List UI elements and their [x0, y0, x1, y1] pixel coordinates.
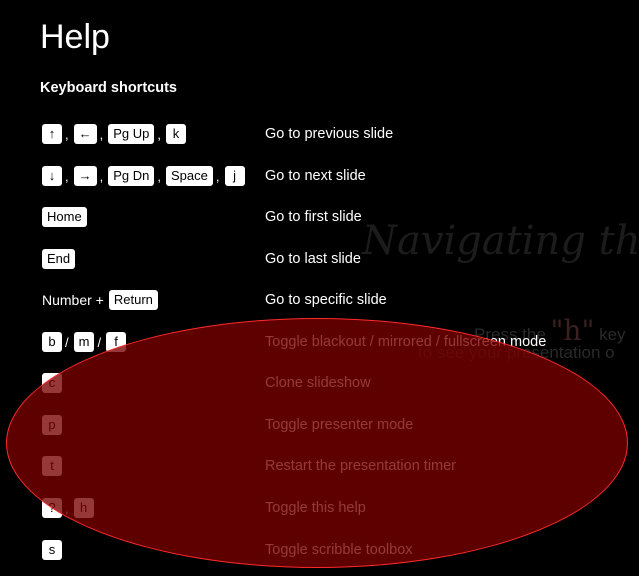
key-separator: ,	[65, 126, 69, 142]
shortcut-row: c Clone slideshow	[0, 368, 639, 398]
shortcut-description: Toggle this help	[265, 500, 366, 516]
shortcut-description: Toggle presenter mode	[265, 417, 414, 433]
shortcut-keys: p	[42, 410, 62, 440]
key-cap: →	[73, 166, 97, 186]
key-separator: /	[97, 334, 102, 350]
key-cap: m	[73, 332, 95, 352]
shortcut-keys: ↑, ←, Pg Up, k	[42, 119, 187, 149]
key-cap: Home	[42, 207, 87, 227]
shortcut-description: Go to last slide	[265, 251, 361, 267]
shortcut-row: ↓, →, Pg Dn, Space, j Go to next slide	[0, 161, 639, 191]
key-cap: f	[106, 332, 127, 352]
shortcut-keys: b / m / f	[42, 327, 127, 357]
key-separator: ,	[157, 126, 162, 142]
shortcut-row: Number + Return Go to specific slide	[0, 285, 639, 315]
shortcut-description: Go to next slide	[265, 168, 366, 184]
key-separator: /	[65, 334, 69, 350]
key-cap: j	[224, 166, 245, 186]
key-separator: ,	[157, 168, 162, 184]
key-cap: h	[73, 498, 94, 518]
shortcut-row: s Toggle scribble toolbox	[0, 535, 639, 565]
key-cap: b	[42, 332, 62, 352]
shortcut-keys: Home	[42, 202, 87, 232]
key-cap: s	[42, 540, 62, 560]
key-cap: Pg Dn	[108, 166, 155, 186]
key-separator: ,	[215, 168, 220, 184]
key-cap: Return	[108, 290, 158, 310]
key-cap: ?	[42, 498, 62, 518]
key-prefix-label: Number +	[42, 292, 104, 308]
shortcut-row: p Toggle presenter mode	[0, 410, 639, 440]
shortcut-keys: c	[42, 368, 62, 398]
shortcut-description: Go to previous slide	[265, 126, 394, 142]
shortcut-description: Go to specific slide	[265, 292, 387, 308]
key-separator: ,	[65, 168, 69, 184]
key-cap: ↓	[42, 166, 62, 186]
shortcut-keys: End	[42, 244, 76, 274]
key-cap: k	[166, 124, 187, 144]
shortcut-keys: ?, h	[42, 493, 94, 523]
shortcut-row: End Go to last slide	[0, 244, 639, 274]
shortcut-row: ↑, ←, Pg Up, k Go to previous slide	[0, 119, 639, 149]
shortcut-description: Toggle scribble toolbox	[265, 542, 413, 558]
shortcut-keys: ↓, →, Pg Dn, Space, j	[42, 161, 245, 191]
shortcut-row: t Restart the presentation timer	[0, 451, 639, 481]
shortcut-description: Restart the presentation timer	[265, 458, 457, 474]
shortcut-row: ?, h Toggle this help	[0, 493, 639, 523]
shortcut-row: b / m / f Toggle blackout / mirrored / fullsc…	[0, 327, 639, 357]
key-cap: t	[42, 456, 62, 476]
key-cap: ↑	[42, 124, 62, 144]
shortcut-description: Clone slideshow	[265, 375, 371, 391]
key-cap: p	[42, 415, 62, 435]
key-cap: ←	[73, 124, 97, 144]
key-separator: ,	[99, 168, 104, 184]
key-cap: Space	[166, 166, 213, 186]
shortcut-row: Home Go to first slide	[0, 202, 639, 232]
shortcut-keys: s	[42, 535, 62, 565]
shortcut-keys: Number + Return	[42, 285, 158, 315]
key-separator: ,	[65, 500, 69, 516]
shortcut-description: Go to first slide	[265, 209, 362, 225]
key-cap: Pg Up	[108, 124, 155, 144]
key-separator: ,	[99, 126, 104, 142]
help-title: Help	[40, 18, 110, 56]
key-cap: c	[42, 373, 62, 393]
keyboard-shortcuts-heading: Keyboard shortcuts	[40, 80, 177, 96]
key-cap: End	[42, 249, 76, 269]
help-overlay: Navigating the Press the "h" key to see …	[0, 0, 639, 576]
shortcut-keys: t	[42, 451, 62, 481]
shortcut-description: Toggle blackout / mirrored / fullscreen …	[265, 334, 547, 350]
